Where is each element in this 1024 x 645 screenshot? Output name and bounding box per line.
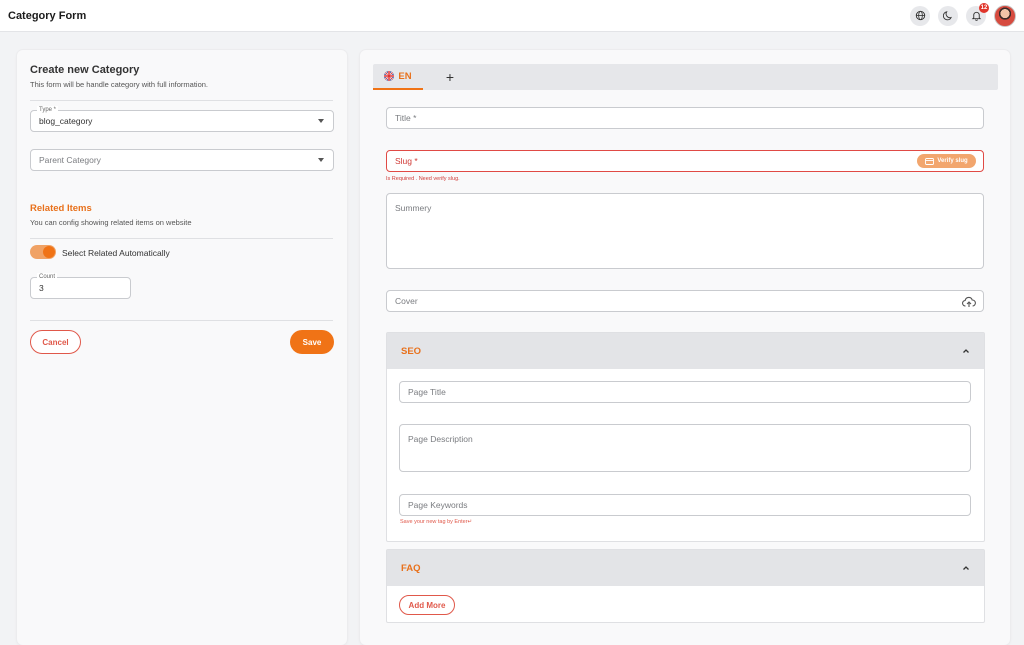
type-label: Type * (37, 106, 59, 114)
page-title-input[interactable]: Page Title (399, 381, 971, 403)
form-subtitle: This form will be handle category with f… (30, 80, 208, 89)
faq-accordion: FAQ Add More (386, 549, 985, 623)
summary-textarea[interactable]: Summery (386, 193, 984, 269)
title-placeholder: Title * (395, 113, 417, 123)
related-items-subtitle: You can config showing related items on … (30, 218, 192, 227)
verify-card-icon (925, 157, 935, 165)
slug-error-text: Is Required . Need verify slug. (386, 176, 460, 182)
verify-slug-label: Verify slug (937, 158, 968, 164)
keywords-hint-text: Save your new tag by Enter↵ (400, 519, 473, 525)
related-auto-toggle[interactable] (30, 245, 56, 259)
seo-accordion: SEO Page Title Page Description Page Key… (386, 332, 985, 542)
page-description-placeholder: Page Description (408, 434, 473, 444)
cloud-upload-icon[interactable] (962, 296, 976, 308)
globe-icon (915, 10, 925, 21)
parent-category-select[interactable]: Parent Category (30, 149, 334, 171)
chevron-up-icon (963, 349, 969, 353)
count-label: Count (37, 273, 58, 281)
chevron-up-icon (963, 566, 969, 570)
cancel-button[interactable]: Cancel (30, 330, 81, 354)
notification-badge: 12 (979, 2, 989, 13)
cover-placeholder: Cover (395, 296, 418, 306)
type-value: blog_category (39, 116, 93, 126)
divider (30, 320, 333, 321)
category-settings-card: Create new Category This form will be ha… (17, 50, 347, 645)
dropdown-caret-icon (318, 119, 324, 123)
seo-title: SEO (401, 345, 422, 357)
save-button[interactable]: Save (290, 330, 334, 354)
uk-flag-icon (384, 71, 395, 81)
count-value: 3 (39, 283, 44, 293)
divider (30, 100, 333, 101)
related-items-title: Related Items (30, 203, 92, 214)
tab-en-label: EN (398, 70, 412, 82)
user-avatar[interactable] (994, 4, 1016, 27)
divider (30, 238, 333, 239)
notifications-button[interactable]: 12 (966, 2, 989, 26)
toggle-knob (43, 246, 55, 258)
top-bar: Category Form 12 (0, 0, 1024, 32)
page-keywords-placeholder: Page Keywords (408, 500, 468, 510)
language-tabs: EN + (373, 64, 998, 90)
page-title-placeholder: Page Title (408, 387, 446, 397)
count-field[interactable]: Count 3 (30, 273, 131, 299)
language-button[interactable] (910, 5, 930, 26)
category-content-card: EN + Title * Slug * Verify slug Is Requi… (360, 50, 1010, 645)
slug-placeholder: Slug * (395, 156, 418, 166)
dropdown-caret-icon (318, 158, 324, 162)
tab-en[interactable]: EN (373, 64, 423, 90)
page-description-textarea[interactable]: Page Description (399, 424, 971, 472)
summary-placeholder: Summery (395, 203, 432, 213)
toggle-label: Select Related Automatically (62, 248, 170, 258)
faq-title: FAQ (401, 562, 421, 574)
seo-accordion-header[interactable]: SEO (387, 333, 984, 369)
top-actions: 12 (910, 2, 1016, 27)
verify-slug-button[interactable]: Verify slug (917, 154, 976, 168)
add-language-button[interactable]: + (439, 64, 461, 90)
theme-toggle-button[interactable] (938, 5, 958, 26)
cover-upload-field[interactable]: Cover (386, 290, 984, 312)
parent-category-placeholder: Parent Category (39, 155, 101, 165)
add-more-button[interactable]: Add More (399, 595, 455, 615)
title-input[interactable]: Title * (386, 107, 984, 129)
type-select[interactable]: Type * blog_category (30, 106, 334, 132)
faq-accordion-header[interactable]: FAQ (387, 550, 984, 586)
page-keywords-input[interactable]: Page Keywords (399, 494, 971, 516)
slug-input[interactable]: Slug * Verify slug (386, 150, 984, 172)
form-title: Create new Category (30, 64, 140, 76)
moon-icon (942, 11, 952, 21)
app-title: Category Form (8, 9, 87, 22)
